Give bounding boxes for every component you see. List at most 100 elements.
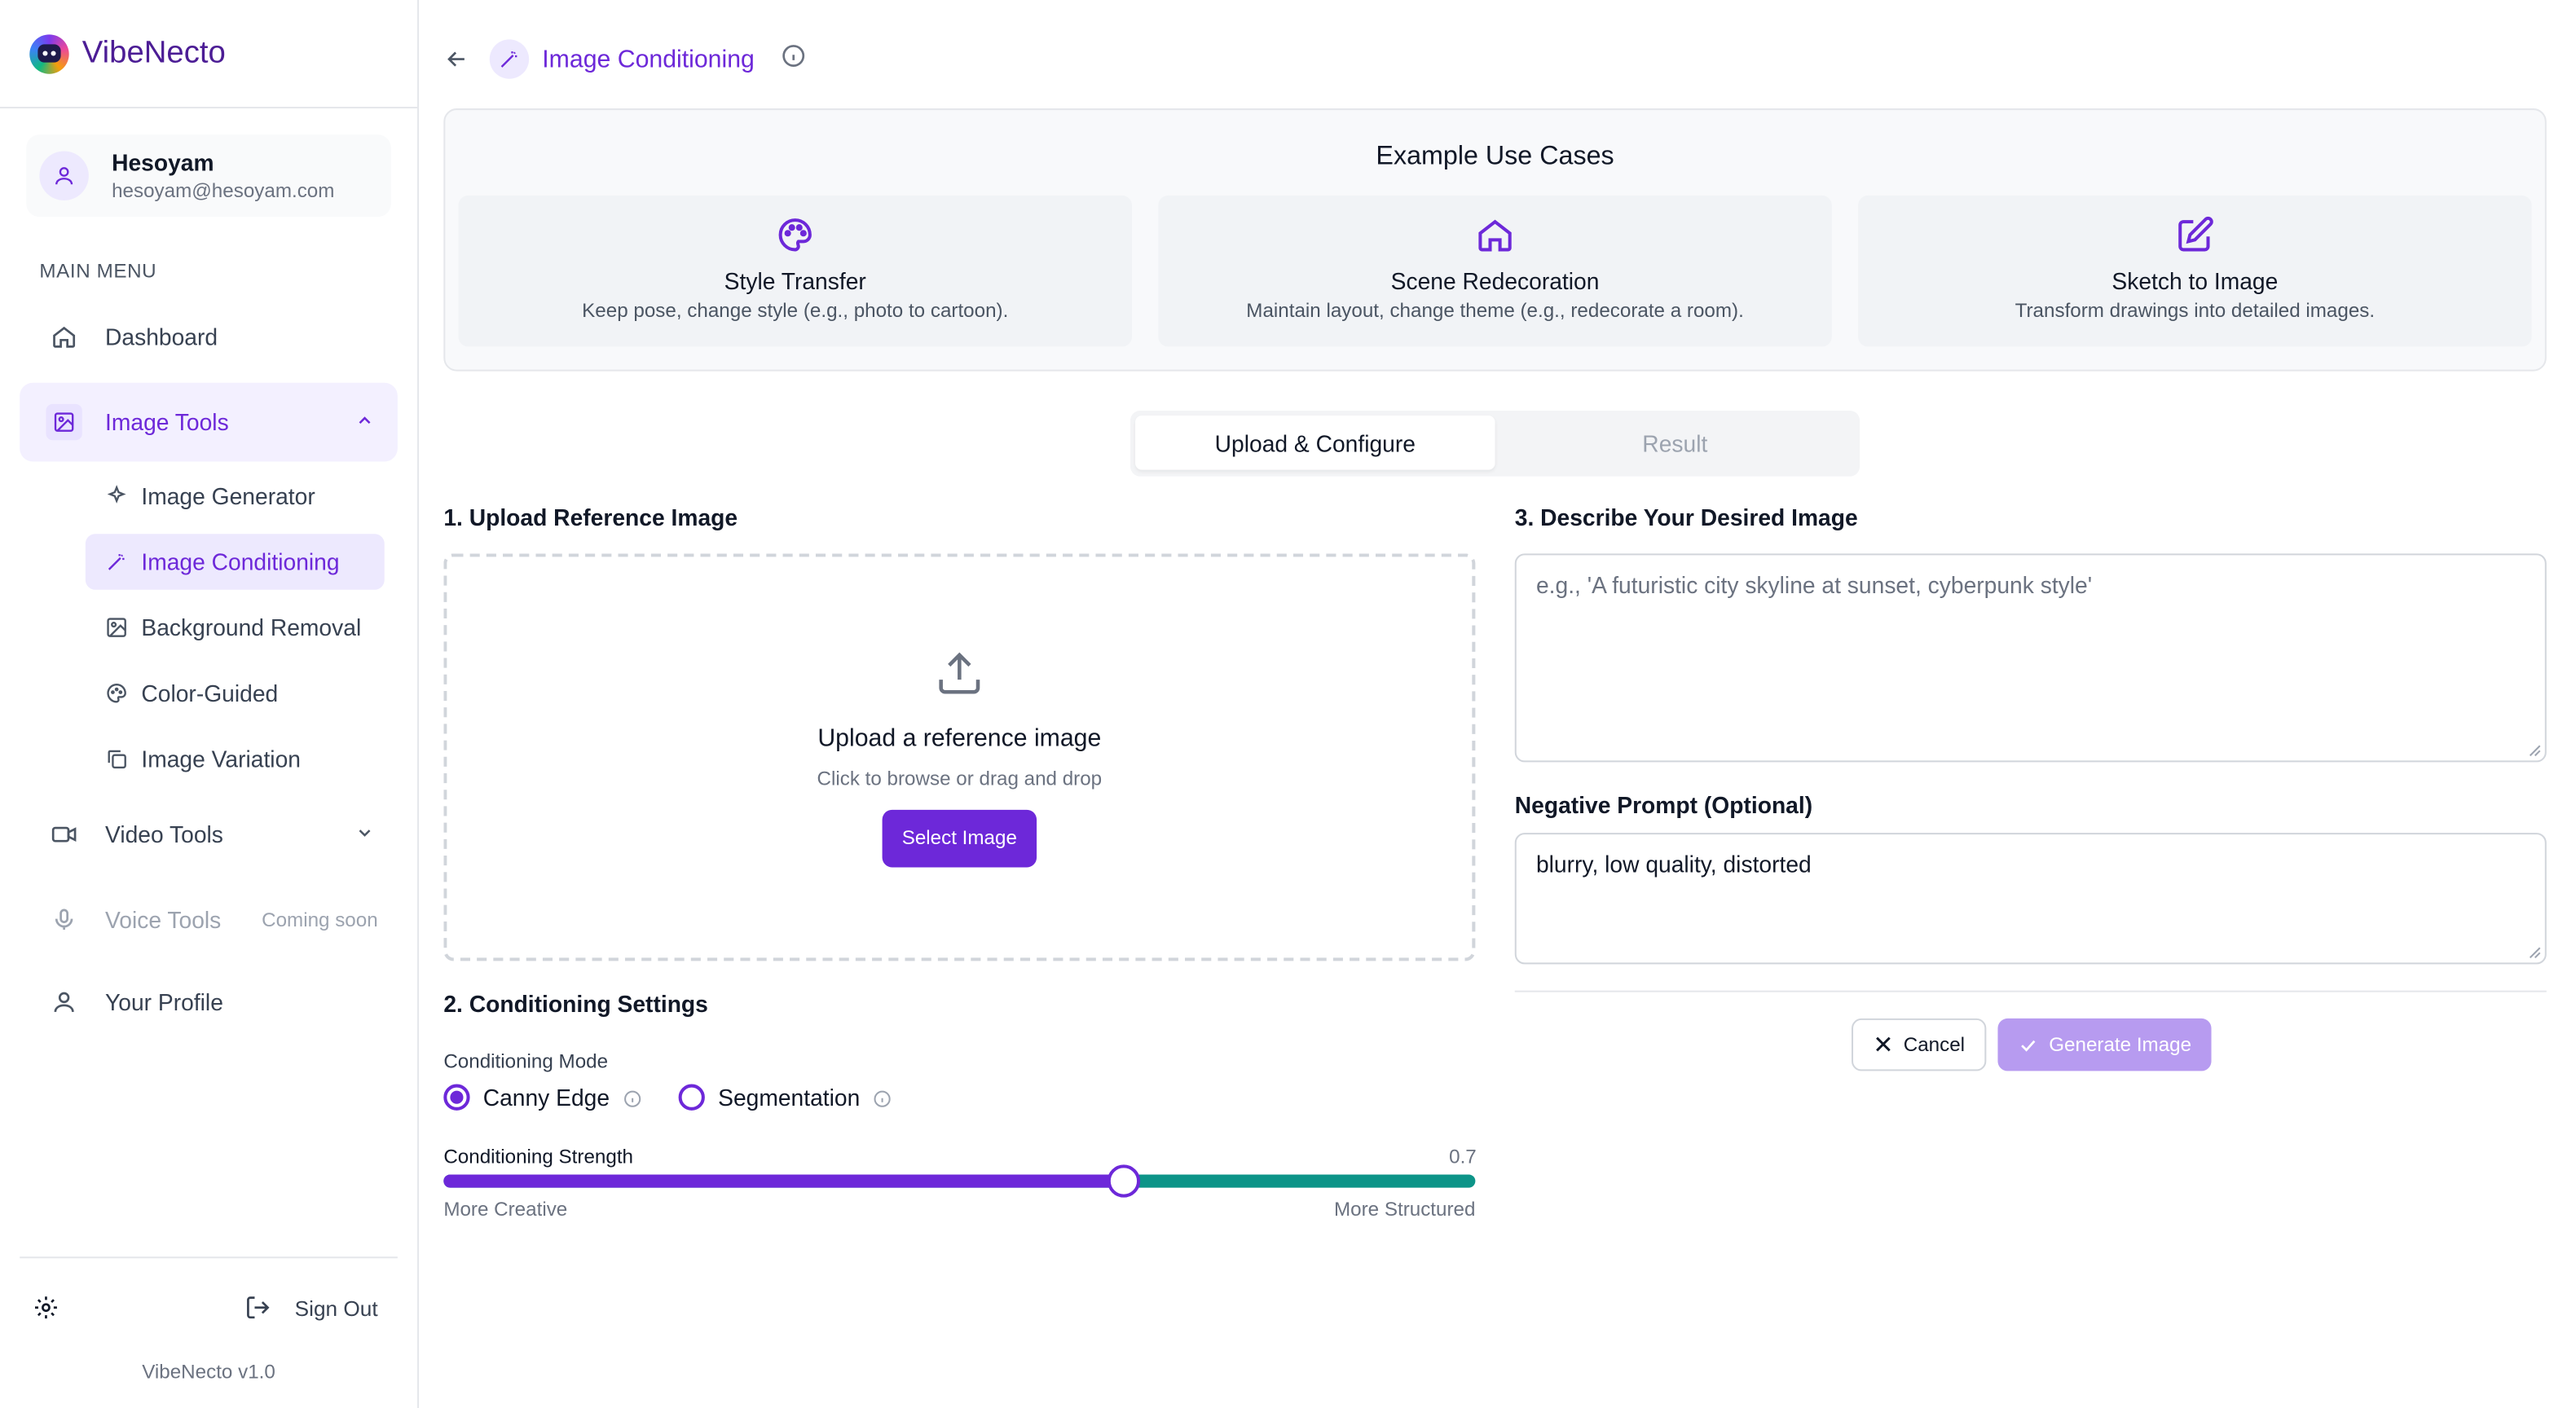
chevron-up-icon	[354, 409, 374, 435]
example-use-cases: Example Use Cases Style Transfer Keep po…	[443, 108, 2547, 372]
app-version: VibeNecto v1.0	[142, 1360, 275, 1384]
slider-thumb[interactable]	[1107, 1164, 1142, 1198]
logout-icon	[247, 1296, 271, 1319]
example-desc: Keep pose, change style (e.g., photo to …	[582, 298, 1009, 323]
logo-icon	[29, 33, 69, 73]
radio-canny-edge[interactable]: Canny Edge	[443, 1084, 642, 1111]
resize-grip-icon	[2529, 745, 2541, 757]
video-icon	[49, 820, 78, 849]
info-icon[interactable]	[781, 42, 807, 76]
upload-subtitle: Click to browse or drag and drop	[817, 767, 1103, 790]
nav-voice-tools-label: Voice Tools	[105, 906, 222, 934]
example-card-scene-redecoration: Scene Redecoration Maintain layout, chan…	[1158, 195, 1832, 347]
slider-max-label: More Structured	[1333, 1197, 1476, 1221]
generate-image-button[interactable]: Generate Image	[1997, 1018, 2212, 1071]
example-desc: Transform drawings into detailed images.	[2015, 298, 2376, 323]
user-icon	[49, 988, 78, 1017]
sub-image-generator-label: Image Generator	[141, 482, 315, 509]
radio-unselected[interactable]	[678, 1084, 705, 1111]
select-image-button[interactable]: Select Image	[882, 809, 1037, 868]
home-icon	[1475, 215, 1514, 254]
negative-prompt-textarea[interactable]: blurry, low quality, distorted	[1514, 833, 2547, 965]
example-card-style-transfer: Style Transfer Keep pose, change style (…	[458, 195, 1133, 347]
cancel-button[interactable]: ✕ Cancel	[1852, 1018, 1987, 1071]
mic-icon	[49, 905, 78, 935]
sub-image-generator[interactable]: Image Generator	[86, 469, 385, 525]
user-name: Hesoyam	[112, 149, 214, 176]
settings-heading: 2. Conditioning Settings	[443, 990, 708, 1017]
nav-image-tools[interactable]: Image Tools	[20, 382, 398, 462]
palette-icon	[105, 682, 128, 705]
nav-profile-label: Your Profile	[105, 988, 223, 1015]
sidebar: VibeNecto Hesoyam hesoyam@hesoyam.com MA…	[0, 0, 420, 1408]
brand[interactable]: VibeNecto	[0, 0, 418, 109]
negative-prompt-value: blurry, low quality, distorted	[1535, 851, 1812, 878]
sparkles-icon	[105, 485, 128, 508]
edit-icon	[2175, 215, 2214, 254]
nav-dashboard[interactable]: Dashboard	[20, 304, 398, 370]
example-title: Style Transfer	[724, 267, 866, 294]
sub-image-conditioning[interactable]: Image Conditioning	[85, 534, 385, 590]
image-icon	[105, 616, 128, 639]
image-icon	[46, 403, 82, 441]
menu-title: MAIN MENU	[39, 259, 157, 283]
sub-color-guided-label: Color-Guided	[141, 680, 279, 706]
tab-upload-configure[interactable]: Upload & Configure	[1135, 416, 1495, 470]
examples-title: Example Use Cases	[1376, 143, 1614, 171]
settings-gear-icon[interactable]	[33, 1295, 62, 1324]
page-header: Image Conditioning	[443, 39, 807, 79]
tab-bar: Upload & Configure Result	[1130, 411, 1860, 477]
sub-background-removal-label: Background Removal	[141, 614, 362, 641]
upload-heading: 1. Upload Reference Image	[443, 504, 738, 531]
coming-soon-badge: Coming soon	[262, 908, 378, 932]
radio-segmentation-label: Segmentation	[718, 1084, 861, 1111]
sub-image-conditioning-label: Image Conditioning	[141, 548, 340, 575]
user-card[interactable]: Hesoyam hesoyam@hesoyam.com	[26, 134, 391, 218]
info-icon[interactable]	[623, 1088, 642, 1107]
nav-video-tools[interactable]: Video Tools	[20, 802, 398, 868]
nav-voice-tools: Voice Tools Coming soon	[20, 887, 398, 953]
sign-out-label: Sign Out	[294, 1295, 378, 1320]
nav-image-tools-label: Image Tools	[105, 408, 229, 436]
upload-icon	[935, 649, 984, 697]
upload-dropzone[interactable]: Upload a reference image Click to browse…	[443, 553, 1476, 961]
user-avatar-icon	[39, 151, 89, 200]
sub-image-variation[interactable]: Image Variation	[86, 731, 385, 787]
example-title: Sketch to Image	[2111, 267, 2279, 294]
strength-slider[interactable]	[443, 1164, 1476, 1198]
nav-dashboard-label: Dashboard	[105, 323, 218, 350]
sub-background-removal[interactable]: Background Removal	[86, 600, 385, 656]
home-icon	[49, 322, 78, 351]
user-email: hesoyam@hesoyam.com	[112, 178, 335, 202]
back-arrow-icon[interactable]	[443, 46, 469, 72]
slider-min-label: More Creative	[443, 1197, 568, 1221]
generate-label: Generate Image	[2049, 1033, 2192, 1057]
strength-label: Conditioning Strength	[443, 1145, 634, 1168]
sub-color-guided[interactable]: Color-Guided	[86, 665, 385, 721]
sign-out-button[interactable]: Sign Out	[245, 1295, 378, 1321]
info-icon[interactable]	[873, 1088, 892, 1107]
example-card-sketch-to-image: Sketch to Image Transform drawings into …	[1858, 195, 2532, 347]
describe-heading: 3. Describe Your Desired Image	[1514, 504, 1858, 531]
cancel-label: Cancel	[1903, 1033, 1966, 1057]
actions-divider	[1514, 990, 2547, 992]
sidebar-footer: Sign Out VibeNecto v1.0	[20, 1256, 398, 1383]
prompt-placeholder: e.g., 'A futuristic city skyline at suns…	[1535, 571, 2093, 598]
nav-video-tools-label: Video Tools	[105, 821, 223, 848]
radio-selected[interactable]	[443, 1084, 470, 1111]
nav-profile[interactable]: Your Profile	[20, 969, 398, 1035]
wand-icon	[105, 550, 128, 573]
resize-grip-icon	[2529, 947, 2541, 959]
mode-radio-group: Canny Edge Segmentation	[443, 1084, 893, 1111]
slider-fill	[443, 1174, 1125, 1188]
main-content: Image Conditioning Example Use Cases Sty…	[421, 0, 2576, 1408]
check-icon	[2021, 1039, 2036, 1051]
palette-icon	[776, 215, 815, 254]
tab-result[interactable]: Result	[1495, 416, 1856, 470]
wand-icon	[489, 39, 530, 79]
negative-heading: Negative Prompt (Optional)	[1514, 791, 1813, 818]
upload-title: Upload a reference image	[817, 724, 1102, 753]
example-desc: Maintain layout, change theme (e.g., red…	[1246, 298, 1744, 323]
prompt-textarea[interactable]: e.g., 'A futuristic city skyline at suns…	[1514, 553, 2547, 763]
radio-segmentation[interactable]: Segmentation	[678, 1084, 893, 1111]
